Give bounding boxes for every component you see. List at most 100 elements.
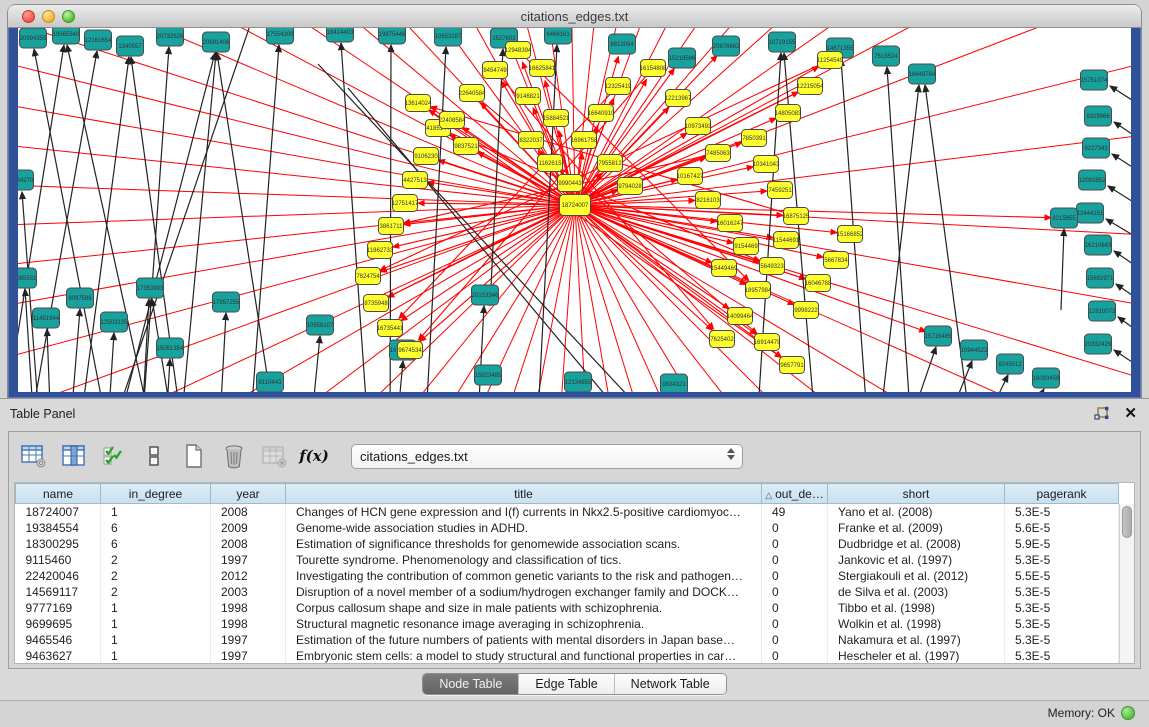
table-cell[interactable]: 5.5E-5 [1005, 568, 1119, 584]
new-document-icon[interactable] [179, 441, 209, 471]
table-cell[interactable]: 2012 [211, 568, 286, 584]
table-cell[interactable]: 1 [101, 600, 211, 616]
graph-node-teal[interactable]: 17554300 [267, 28, 295, 44]
table-cell[interactable]: 1 [101, 648, 211, 664]
column-header-name[interactable]: name [16, 484, 101, 504]
graph-node-yellow[interactable]: 9998222 [794, 302, 819, 319]
graph-node-teal[interactable]: 9097586 [67, 288, 94, 308]
table-cell[interactable]: Changes of HCN gene expression and I(f) … [286, 504, 762, 520]
graph-node-teal[interactable]: 12444151 [1077, 203, 1105, 223]
graph-node-yellow[interactable]: 10167427 [677, 168, 704, 185]
graph-node-yellow[interactable]: 9794028 [618, 178, 643, 195]
trash-icon[interactable] [219, 441, 249, 471]
graph-node-teal[interactable]: 7515524 [873, 46, 900, 66]
table-cell[interactable]: 5.3E-5 [1005, 632, 1119, 648]
graph-node-teal[interactable]: 19565340 [53, 28, 81, 44]
graph-node-yellow[interactable]: 11544691 [773, 232, 800, 249]
table-cell[interactable]: 9699695 [16, 616, 101, 632]
table-cell[interactable]: 1 [101, 504, 211, 520]
rows-icon[interactable] [139, 441, 169, 471]
graph-node-yellow[interactable]: 8454749 [483, 62, 508, 79]
graph-node-teal[interactable]: 15923485 [475, 365, 503, 385]
graph-node-yellow[interactable]: 10341043 [753, 156, 780, 173]
table-cell[interactable]: 2008 [211, 504, 286, 520]
function-builder-icon[interactable]: f(x) [299, 441, 329, 471]
graph-node-teal[interactable]: 12503135 [101, 312, 129, 332]
table-cell[interactable]: Embryonic stem cells: a model to study s… [286, 648, 762, 664]
graph-node-yellow[interactable]: 12325419 [605, 78, 632, 95]
graph-node-yellow[interactable]: 14099464 [727, 308, 754, 325]
table-cell[interactable]: 5.3E-5 [1005, 648, 1119, 664]
graph-node-yellow[interactable]: 8735948 [364, 295, 389, 312]
graph-node-yellow[interactable]: 18957984 [745, 282, 772, 299]
memory-ok-indicator-icon[interactable] [1121, 706, 1135, 720]
graph-node-yellow[interactable]: 7955812 [598, 155, 623, 172]
graph-node-teal[interactable]: 12065931 [18, 268, 37, 288]
table-cell[interactable]: 2008 [211, 536, 286, 552]
graph-node-yellow[interactable]: 16961758 [571, 132, 598, 149]
graph-node-yellow[interactable]: 10973493 [685, 118, 712, 135]
table-row[interactable]: 969969511998Structural magnetic resonanc… [16, 616, 1119, 632]
graph-node-yellow[interactable]: 9657791 [780, 357, 805, 374]
graph-node-yellow[interactable]: 14805083 [775, 105, 802, 122]
graph-node-teal[interactable]: 9110443 [257, 372, 284, 392]
graph-node-teal[interactable]: 9834321 [661, 374, 688, 392]
graph-node-teal[interactable]: 15751074 [1081, 70, 1109, 90]
graph-node-teal[interactable]: 20876682 [713, 36, 741, 56]
graph-node-yellow[interactable]: 9154469 [734, 238, 759, 255]
column-header-pagerank[interactable]: pagerank [1005, 484, 1119, 504]
graph-node-teal[interactable]: 9245012 [997, 354, 1024, 374]
table-cell[interactable]: 0 [762, 552, 828, 568]
table-cell[interactable]: 0 [762, 600, 828, 616]
zoom-window-button[interactable] [62, 10, 75, 23]
table-select-dropdown[interactable]: citations_edges.txt [351, 444, 743, 469]
graph-node-yellow[interactable]: 9106230 [414, 148, 439, 165]
column-header-out_de[interactable]: △out_de… [762, 484, 828, 504]
graph-node-teal[interactable]: 20732626 [157, 28, 185, 46]
graph-node-teal[interactable]: 1340557 [117, 36, 144, 56]
graph-node-teal[interactable]: 15716485 [925, 326, 953, 346]
table-cell[interactable]: 18300295 [16, 536, 101, 552]
table-row[interactable]: 2242004622012Investigating the contribut… [16, 568, 1119, 584]
graph-node-teal[interactable]: 15051354 [157, 338, 185, 358]
table-cell[interactable]: Estimation of the future numbers of pati… [286, 632, 762, 648]
table-row[interactable]: 1830029562008Estimation of significance … [16, 536, 1119, 552]
table-row[interactable]: 1872400712008Changes of HCN gene express… [16, 504, 1119, 520]
graph-node-teal[interactable]: 15218596 [669, 48, 697, 68]
table-cell[interactable]: Yano et al. (2008) [828, 504, 1005, 520]
graph-node-yellow[interactable]: 7459251 [768, 182, 793, 199]
table-cell[interactable]: 2003 [211, 584, 286, 600]
graph-node-teal[interactable]: 12161654 [85, 30, 113, 50]
table-cell[interactable]: 49 [762, 504, 828, 520]
table-cell[interactable]: 0 [762, 536, 828, 552]
graph-node-teal[interactable]: 20691406 [203, 32, 231, 52]
graph-node-yellow[interactable]: 12948394 [505, 42, 532, 59]
vertical-scrollbar[interactable] [1119, 504, 1134, 663]
graph-node-teal[interactable]: 16210643 [1085, 235, 1113, 255]
graph-node-teal[interactable]: 18414403 [327, 28, 355, 42]
table-cell[interactable]: 1998 [211, 600, 286, 616]
graph-node-teal[interactable]: 8215955 [1051, 208, 1078, 228]
graph-node-yellow[interactable]: 16625841 [529, 60, 556, 77]
graph-node-yellow[interactable]: 15166852 [837, 226, 864, 243]
table-cell[interactable]: 9465546 [16, 632, 101, 648]
graph-node-yellow[interactable]: 9674534 [398, 342, 423, 359]
graph-node-teal[interactable]: 12810073 [1089, 301, 1117, 321]
close-panel-icon[interactable]: ✕ [1124, 407, 1137, 421]
table-row[interactable]: 1456911722003Disruption of a novel membe… [16, 584, 1119, 600]
graph-node-yellow[interactable]: 22408584 [439, 112, 466, 129]
table-cell[interactable]: Disruption of a novel member of a sodium… [286, 584, 762, 600]
graph-node-yellow[interactable]: 4427513 [403, 172, 428, 189]
scrollbar-thumb[interactable] [1122, 506, 1132, 538]
table-cell[interactable]: Genome-wide association studies in ADHD. [286, 520, 762, 536]
table-cell[interactable]: 1997 [211, 648, 286, 664]
table-cell[interactable]: 1 [101, 616, 211, 632]
table-cell[interactable]: 6 [101, 520, 211, 536]
graph-node-teal[interactable]: 16093459 [1033, 368, 1061, 388]
table-row[interactable]: 946554611997Estimation of the future num… [16, 632, 1119, 648]
table-cell[interactable]: Wolkin et al. (1998) [828, 616, 1005, 632]
graph-node-yellow[interactable]: 15884521 [543, 110, 570, 127]
graph-node-yellow[interactable]: 9837521 [454, 138, 479, 155]
table-cell[interactable]: Investigating the contribution of common… [286, 568, 762, 584]
tab-node-table[interactable]: Node Table [423, 674, 519, 694]
